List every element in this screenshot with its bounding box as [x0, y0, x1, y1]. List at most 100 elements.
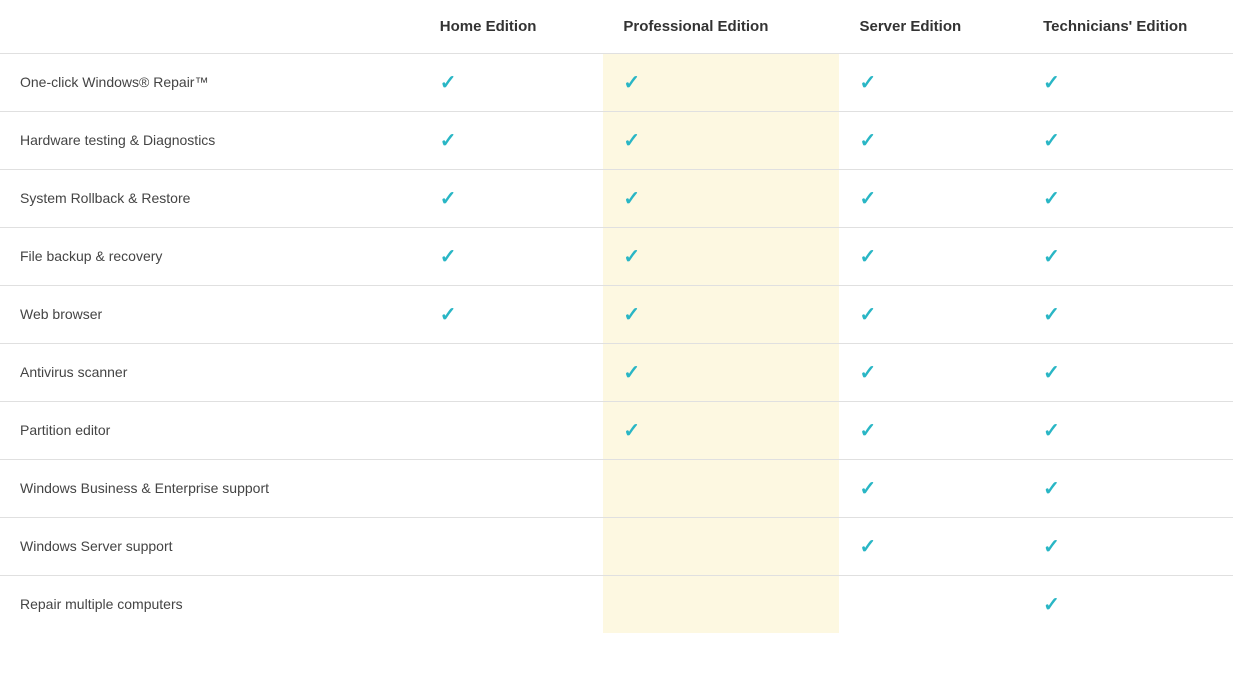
feature-name: Windows Business & Enterprise support: [20, 480, 269, 496]
professional-check: [603, 518, 839, 576]
checkmark-icon: ✓: [1043, 130, 1060, 152]
home-check: ✓: [420, 54, 604, 112]
professional-check: ✓: [603, 402, 839, 460]
technicians-check: ✓: [1023, 286, 1233, 344]
home-check: [420, 518, 604, 576]
table-row: System Rollback & Restore ✓ ✓ ✓ ✓: [0, 170, 1233, 228]
feature-name: File backup & recovery: [20, 248, 162, 264]
server-check: ✓: [839, 402, 1023, 460]
feature-cell: Web browser: [0, 286, 420, 344]
checkmark-icon: ✓: [623, 246, 640, 268]
header-server: Server Edition: [839, 0, 1023, 54]
feature-cell: Repair multiple computers: [0, 576, 420, 634]
feature-name: One-click Windows® Repair™: [20, 74, 208, 90]
checkmark-icon: ✓: [859, 72, 876, 94]
feature-cell: Windows Business & Enterprise support: [0, 460, 420, 518]
checkmark-icon: ✓: [1043, 362, 1060, 384]
feature-name: System Rollback & Restore: [20, 190, 190, 206]
professional-check: ✓: [603, 54, 839, 112]
server-check: ✓: [839, 286, 1023, 344]
table-row: Hardware testing & Diagnostics ✓ ✓ ✓ ✓: [0, 112, 1233, 170]
professional-check: ✓: [603, 228, 839, 286]
checkmark-icon: ✓: [623, 130, 640, 152]
technicians-check: ✓: [1023, 170, 1233, 228]
table-row: Web browser ✓ ✓ ✓ ✓: [0, 286, 1233, 344]
checkmark-icon: ✓: [1043, 594, 1060, 616]
feature-name: Hardware testing & Diagnostics: [20, 132, 215, 148]
feature-cell: File backup & recovery: [0, 228, 420, 286]
server-check: [839, 576, 1023, 634]
home-check: [420, 576, 604, 634]
comparison-table: Home Edition Professional Edition Server…: [0, 0, 1233, 633]
checkmark-icon: ✓: [859, 536, 876, 558]
technicians-check: ✓: [1023, 460, 1233, 518]
checkmark-icon: ✓: [1043, 536, 1060, 558]
home-check: ✓: [420, 170, 604, 228]
home-check: [420, 460, 604, 518]
checkmark-icon: ✓: [623, 362, 640, 384]
header-feature: [0, 0, 420, 54]
table-row: Partition editor ✓ ✓ ✓: [0, 402, 1233, 460]
technicians-check: ✓: [1023, 344, 1233, 402]
technicians-check: ✓: [1023, 518, 1233, 576]
header-technicians: Technicians' Edition: [1023, 0, 1233, 54]
checkmark-icon: ✓: [623, 72, 640, 94]
table-row: File backup & recovery ✓ ✓ ✓ ✓: [0, 228, 1233, 286]
table-row: Windows Server support ✓ ✓: [0, 518, 1233, 576]
home-check: ✓: [420, 286, 604, 344]
checkmark-icon: ✓: [623, 188, 640, 210]
professional-check: ✓: [603, 112, 839, 170]
checkmark-icon: ✓: [859, 130, 876, 152]
home-check: [420, 402, 604, 460]
checkmark-icon: ✓: [859, 188, 876, 210]
technicians-check: ✓: [1023, 402, 1233, 460]
checkmark-icon: ✓: [859, 478, 876, 500]
server-check: ✓: [839, 344, 1023, 402]
feature-cell: Hardware testing & Diagnostics: [0, 112, 420, 170]
server-check: ✓: [839, 460, 1023, 518]
checkmark-icon: ✓: [623, 304, 640, 326]
table-row: One-click Windows® Repair™ ✓ ✓ ✓ ✓: [0, 54, 1233, 112]
header-professional: Professional Edition: [603, 0, 839, 54]
checkmark-icon: ✓: [440, 188, 457, 210]
technicians-check: ✓: [1023, 228, 1233, 286]
technicians-check: ✓: [1023, 576, 1233, 634]
table-row: Repair multiple computers ✓: [0, 576, 1233, 634]
server-check: ✓: [839, 518, 1023, 576]
checkmark-icon: ✓: [1043, 246, 1060, 268]
table-row: Windows Business & Enterprise support ✓ ✓: [0, 460, 1233, 518]
feature-cell: Partition editor: [0, 402, 420, 460]
feature-name: Web browser: [20, 306, 102, 322]
technicians-check: ✓: [1023, 112, 1233, 170]
checkmark-icon: ✓: [859, 304, 876, 326]
professional-check: [603, 460, 839, 518]
server-check: ✓: [839, 170, 1023, 228]
feature-name: Windows Server support: [20, 538, 173, 554]
table-row: Antivirus scanner ✓ ✓ ✓: [0, 344, 1233, 402]
feature-name: Antivirus scanner: [20, 364, 127, 380]
checkmark-icon: ✓: [440, 246, 457, 268]
checkmark-icon: ✓: [1043, 72, 1060, 94]
feature-name: Partition editor: [20, 422, 110, 438]
feature-cell: System Rollback & Restore: [0, 170, 420, 228]
checkmark-icon: ✓: [859, 362, 876, 384]
professional-check: ✓: [603, 286, 839, 344]
professional-check: ✓: [603, 344, 839, 402]
home-check: ✓: [420, 112, 604, 170]
feature-cell: Antivirus scanner: [0, 344, 420, 402]
feature-cell: Windows Server support: [0, 518, 420, 576]
checkmark-icon: ✓: [859, 420, 876, 442]
server-check: ✓: [839, 228, 1023, 286]
technicians-check: ✓: [1023, 54, 1233, 112]
checkmark-icon: ✓: [1043, 420, 1060, 442]
feature-name: Repair multiple computers: [20, 596, 183, 612]
checkmark-icon: ✓: [1043, 478, 1060, 500]
checkmark-icon: ✓: [1043, 304, 1060, 326]
checkmark-icon: ✓: [440, 304, 457, 326]
checkmark-icon: ✓: [440, 72, 457, 94]
header-home: Home Edition: [420, 0, 604, 54]
professional-check: [603, 576, 839, 634]
checkmark-icon: ✓: [440, 130, 457, 152]
server-check: ✓: [839, 112, 1023, 170]
feature-cell: One-click Windows® Repair™: [0, 54, 420, 112]
